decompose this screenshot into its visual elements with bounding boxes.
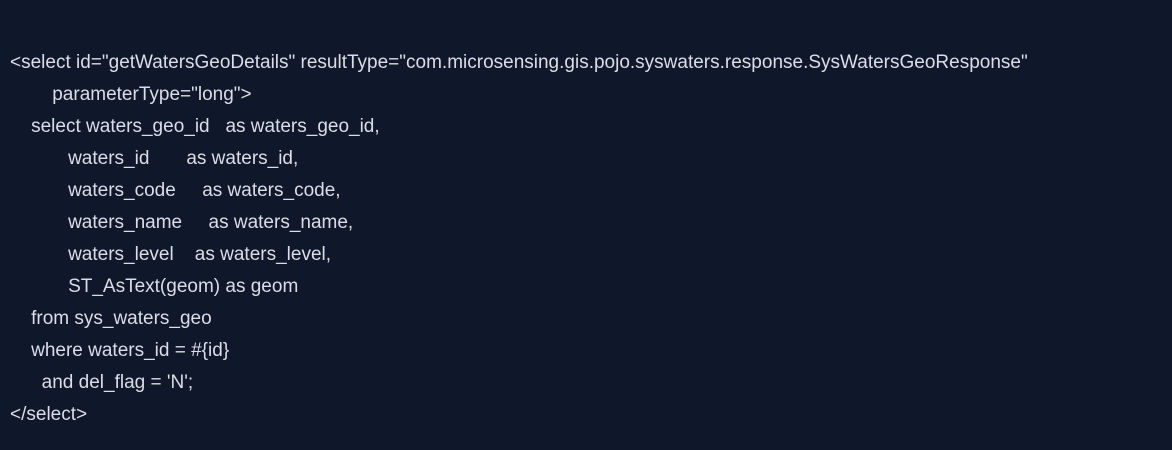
code-line-10: where waters_id = #{id}	[10, 340, 230, 361]
code-line-8: ST_AsText(geom) as geom	[10, 276, 299, 297]
code-line-1: <select id="getWatersGeoDetails" resultT…	[10, 52, 1028, 73]
code-line-7: waters_level as waters_level,	[10, 244, 332, 265]
code-line-9: from sys_waters_geo	[10, 308, 212, 329]
code-block: <select id="getWatersGeoDetails" resultT…	[0, 0, 1172, 450]
code-line-11: and del_flag = 'N';	[10, 372, 194, 393]
code-line-4: waters_id as waters_id,	[10, 148, 299, 169]
code-line-12: </select>	[10, 404, 88, 425]
code-line-3: select waters_geo_id as waters_geo_id,	[10, 116, 380, 137]
code-line-6: waters_name as waters_name,	[10, 212, 354, 233]
code-line-5: waters_code as waters_code,	[10, 180, 341, 201]
code-line-2: parameterType="long">	[10, 84, 252, 105]
